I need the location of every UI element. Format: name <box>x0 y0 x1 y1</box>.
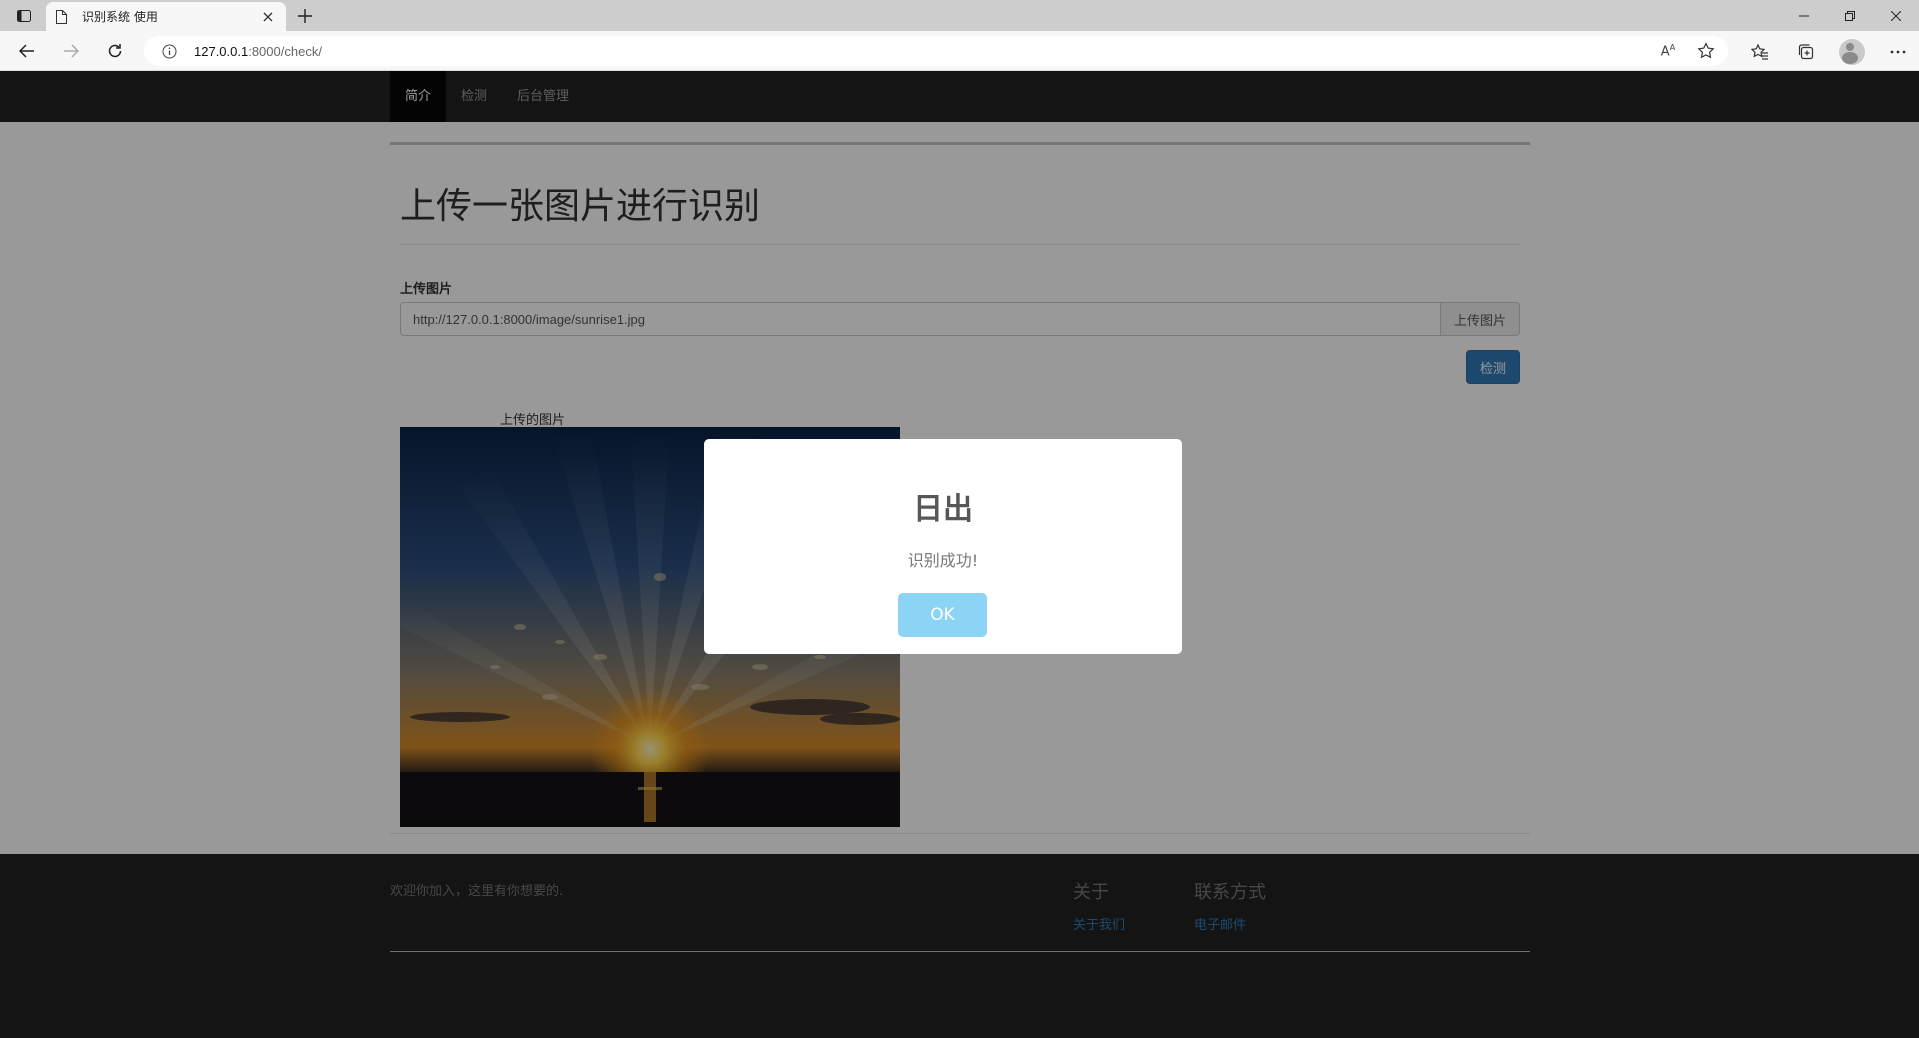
result-dialog: 日出 识别成功! OK <box>704 439 1182 654</box>
address-toolbar: 127.0.0.1:8000/check/ AA <box>0 31 1919 71</box>
new-tab-icon[interactable] <box>292 4 318 28</box>
dialog-title: 日出 <box>913 492 973 527</box>
browser-toolbar <box>1747 39 1911 65</box>
restore-icon[interactable] <box>1827 0 1873 31</box>
tab-close-icon[interactable]: × <box>260 7 276 26</box>
favorites-icon[interactable] <box>1747 39 1773 65</box>
close-window-icon[interactable] <box>1873 0 1919 31</box>
ok-button[interactable]: OK <box>898 593 987 637</box>
tab-actions-icon[interactable] <box>12 6 36 26</box>
back-icon[interactable] <box>14 39 40 63</box>
forward-icon[interactable] <box>58 39 84 63</box>
browser-tab-bar: 识别系统 使用 × <box>0 0 1919 31</box>
browser-tab[interactable]: 识别系统 使用 × <box>46 2 286 31</box>
url-text: 127.0.0.1:8000/check/ <box>194 43 322 59</box>
add-favorite-icon[interactable] <box>1694 39 1718 63</box>
tab-title: 识别系统 使用 <box>82 10 158 24</box>
refresh-icon[interactable] <box>102 39 128 63</box>
page-icon <box>56 9 70 25</box>
more-menu-icon[interactable] <box>1885 39 1911 65</box>
window-controls <box>1781 0 1919 31</box>
read-aloud-icon[interactable]: AA <box>1656 39 1680 63</box>
info-icon[interactable] <box>160 42 178 60</box>
dialog-message: 识别成功! <box>907 551 979 570</box>
address-bar[interactable]: 127.0.0.1:8000/check/ AA <box>144 36 1728 66</box>
profile-avatar-icon[interactable] <box>1839 39 1865 65</box>
minimize-icon[interactable] <box>1781 0 1827 31</box>
collections-icon[interactable] <box>1793 39 1819 65</box>
